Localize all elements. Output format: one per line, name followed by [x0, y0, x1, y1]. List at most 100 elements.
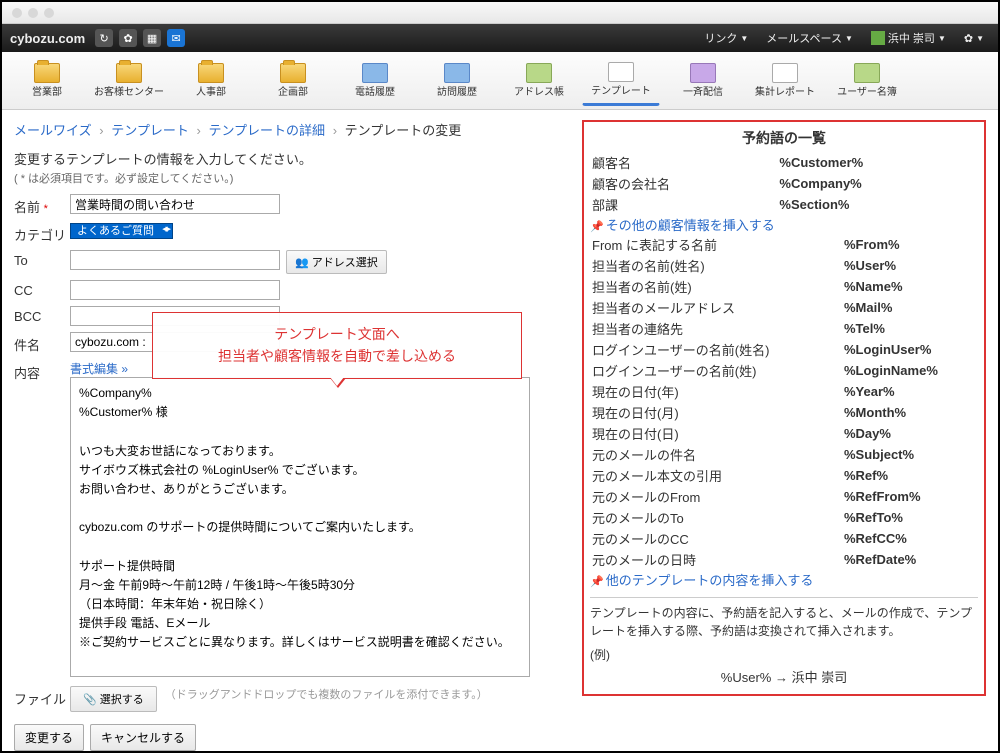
mail-icon[interactable]: ✉: [167, 29, 185, 47]
format-edit-link[interactable]: 書式編集 »: [70, 362, 128, 376]
reload-icon[interactable]: ↻: [95, 29, 113, 47]
reserved-row: 顧客名%Customer%: [590, 152, 978, 173]
reserved-label: ログインユーザーの名前(姓): [590, 360, 842, 381]
reserved-token: %Name%: [842, 276, 978, 297]
breadcrumb-link[interactable]: メールワイズ: [14, 123, 92, 138]
app-topbar: cybozu.com ↻ ✿ ▦ ✉ リンク▼ メールスペース▼ 浜中 崇司▼ …: [2, 24, 998, 52]
settings-menu[interactable]: ✿▼: [958, 29, 990, 48]
breadcrumb: メールワイズ › テンプレート › テンプレートの詳細 › テンプレートの変更: [14, 120, 566, 139]
reserved-token: %RefDate%: [842, 549, 978, 570]
toolbar-item-2[interactable]: 人事部: [172, 56, 250, 106]
reserved-label: 担当者の連絡先: [590, 318, 842, 339]
reserved-label: 担当者の名前(姓名): [590, 255, 842, 276]
toolbar-item-10[interactable]: ユーザー名簿: [828, 56, 906, 106]
reserved-label: From に表記する名前: [590, 234, 842, 255]
toolbar-label: 集計レポート: [755, 83, 815, 98]
toolbar-item-9[interactable]: 集計レポート: [746, 56, 824, 106]
breadcrumb-link[interactable]: テンプレートの詳細: [208, 123, 325, 138]
required-note: ( * は必須項目です。必ず設定してください。): [14, 170, 566, 186]
toolbar-item-5[interactable]: 訪問履歴: [418, 56, 496, 106]
reserved-label: 元のメール本文の引用: [590, 465, 842, 486]
reserved-token: %Day%: [842, 423, 978, 444]
reserved-description: テンプレートの内容に、予約語を記入すると、メールの作成で、テンプレートを挿入する…: [590, 597, 978, 640]
folder-icon[interactable]: ▦: [143, 29, 161, 47]
file-note: （ドラッグアンドドロップでも複数のファイルを添付できます。）: [165, 686, 488, 702]
instruction-text: 変更するテンプレートの情報を入力してください。: [14, 149, 566, 168]
avatar-icon: [871, 31, 885, 45]
insert-customer-info-link[interactable]: その他の顧客情報を挿入する: [606, 218, 775, 233]
traffic-light-close[interactable]: [12, 8, 22, 18]
folder-icon: [280, 63, 306, 83]
label-bcc: BCC: [14, 306, 70, 324]
save-button[interactable]: 変更する: [14, 724, 84, 751]
toolbar-label: 企画部: [278, 83, 308, 98]
reserved-row: 元のメールの日時%RefDate%: [590, 549, 978, 570]
toolbar-label: テンプレート: [591, 82, 651, 97]
toolbar-item-3[interactable]: 企画部: [254, 56, 332, 106]
reserved-example-label: (例): [590, 646, 978, 663]
reserved-row: 元のメールのCC%RefCC%: [590, 528, 978, 549]
folder-icon: [362, 63, 388, 83]
toolbar-item-8[interactable]: 一斉配信: [664, 56, 742, 106]
reserved-token: %Section%: [777, 194, 978, 215]
label-name: 名前 *: [14, 194, 70, 216]
to-input[interactable]: [70, 250, 280, 270]
reserved-label: 部課: [590, 194, 777, 215]
breadcrumb-current: テンプレートの変更: [345, 123, 462, 138]
reserved-row: ログインユーザーの名前(姓)%LoginName%: [590, 360, 978, 381]
main-pane: メールワイズ › テンプレート › テンプレートの詳細 › テンプレートの変更 …: [2, 110, 578, 751]
reserved-row: 担当者の連絡先%Tel%: [590, 318, 978, 339]
reserved-token: %Customer%: [777, 152, 978, 173]
toolbar-label: 一斉配信: [683, 83, 723, 98]
file-select-button[interactable]: 📎 選択する: [70, 686, 157, 712]
folder-icon: [608, 62, 634, 82]
reserved-label: 元のメールの日時: [590, 549, 842, 570]
toolbar-label: 営業部: [32, 83, 62, 98]
reserved-row: 元のメールの件名%Subject%: [590, 444, 978, 465]
breadcrumb-link[interactable]: テンプレート: [111, 123, 189, 138]
cc-input[interactable]: [70, 280, 280, 300]
name-input[interactable]: [70, 194, 280, 214]
pin-icon: 📌: [590, 576, 604, 588]
reserved-token: %Month%: [842, 402, 978, 423]
reserved-row: 担当者の名前(姓名)%User%: [590, 255, 978, 276]
reserved-row: 現在の日付(年)%Year%: [590, 381, 978, 402]
reserved-row: 元のメールのTo%RefTo%: [590, 507, 978, 528]
toolbar-item-0[interactable]: 営業部: [8, 56, 86, 106]
folder-icon: [772, 63, 798, 83]
reserved-token: %User%: [842, 255, 978, 276]
mailspace-menu[interactable]: メールスペース▼: [760, 27, 859, 49]
reserved-example-value: %User% → 浜中 崇司: [590, 667, 978, 686]
window-titlebar: [2, 2, 998, 24]
cancel-button[interactable]: キャンセルする: [90, 724, 196, 751]
label-body: 内容: [14, 360, 70, 382]
toolbar-item-1[interactable]: お客様センター: [90, 56, 168, 106]
side-pane: 予約語の一覧 顧客名%Customer%顧客の会社名%Company%部課%Se…: [578, 110, 998, 751]
reserved-token: %Ref%: [842, 465, 978, 486]
insert-template-link[interactable]: 他のテンプレートの内容を挿入する: [606, 573, 814, 588]
reserved-row: From に表記する名前%From%: [590, 234, 978, 255]
toolbar-item-7[interactable]: テンプレート: [582, 56, 660, 106]
toolbar-item-6[interactable]: アドレス帳: [500, 56, 578, 106]
address-select-button[interactable]: 👥 アドレス選択: [286, 250, 387, 274]
reserved-row: 顧客の会社名%Company%: [590, 173, 978, 194]
reserved-token: %LoginUser%: [842, 339, 978, 360]
user-menu[interactable]: 浜中 崇司▼: [865, 27, 952, 49]
category-select[interactable]: よくあるご質問: [70, 223, 173, 239]
reserved-label: 元のメールのFrom: [590, 486, 842, 507]
reserved-token: %RefCC%: [842, 528, 978, 549]
reserved-row: 担当者の名前(姓)%Name%: [590, 276, 978, 297]
reserved-label: 現在の日付(年): [590, 381, 842, 402]
link-menu[interactable]: リンク▼: [698, 27, 754, 49]
label-cc: CC: [14, 280, 70, 298]
folder-icon: [116, 63, 142, 83]
reserved-label: ログインユーザーの名前(姓名): [590, 339, 842, 360]
reserved-row: 担当者のメールアドレス%Mail%: [590, 297, 978, 318]
toolbar-label: アドレス帳: [514, 83, 564, 98]
traffic-light-max[interactable]: [44, 8, 54, 18]
traffic-light-min[interactable]: [28, 8, 38, 18]
reserved-label: 元のメールのCC: [590, 528, 842, 549]
body-editor[interactable]: [70, 377, 530, 677]
toolbar-item-4[interactable]: 電話履歴: [336, 56, 414, 106]
gear-icon[interactable]: ✿: [119, 29, 137, 47]
